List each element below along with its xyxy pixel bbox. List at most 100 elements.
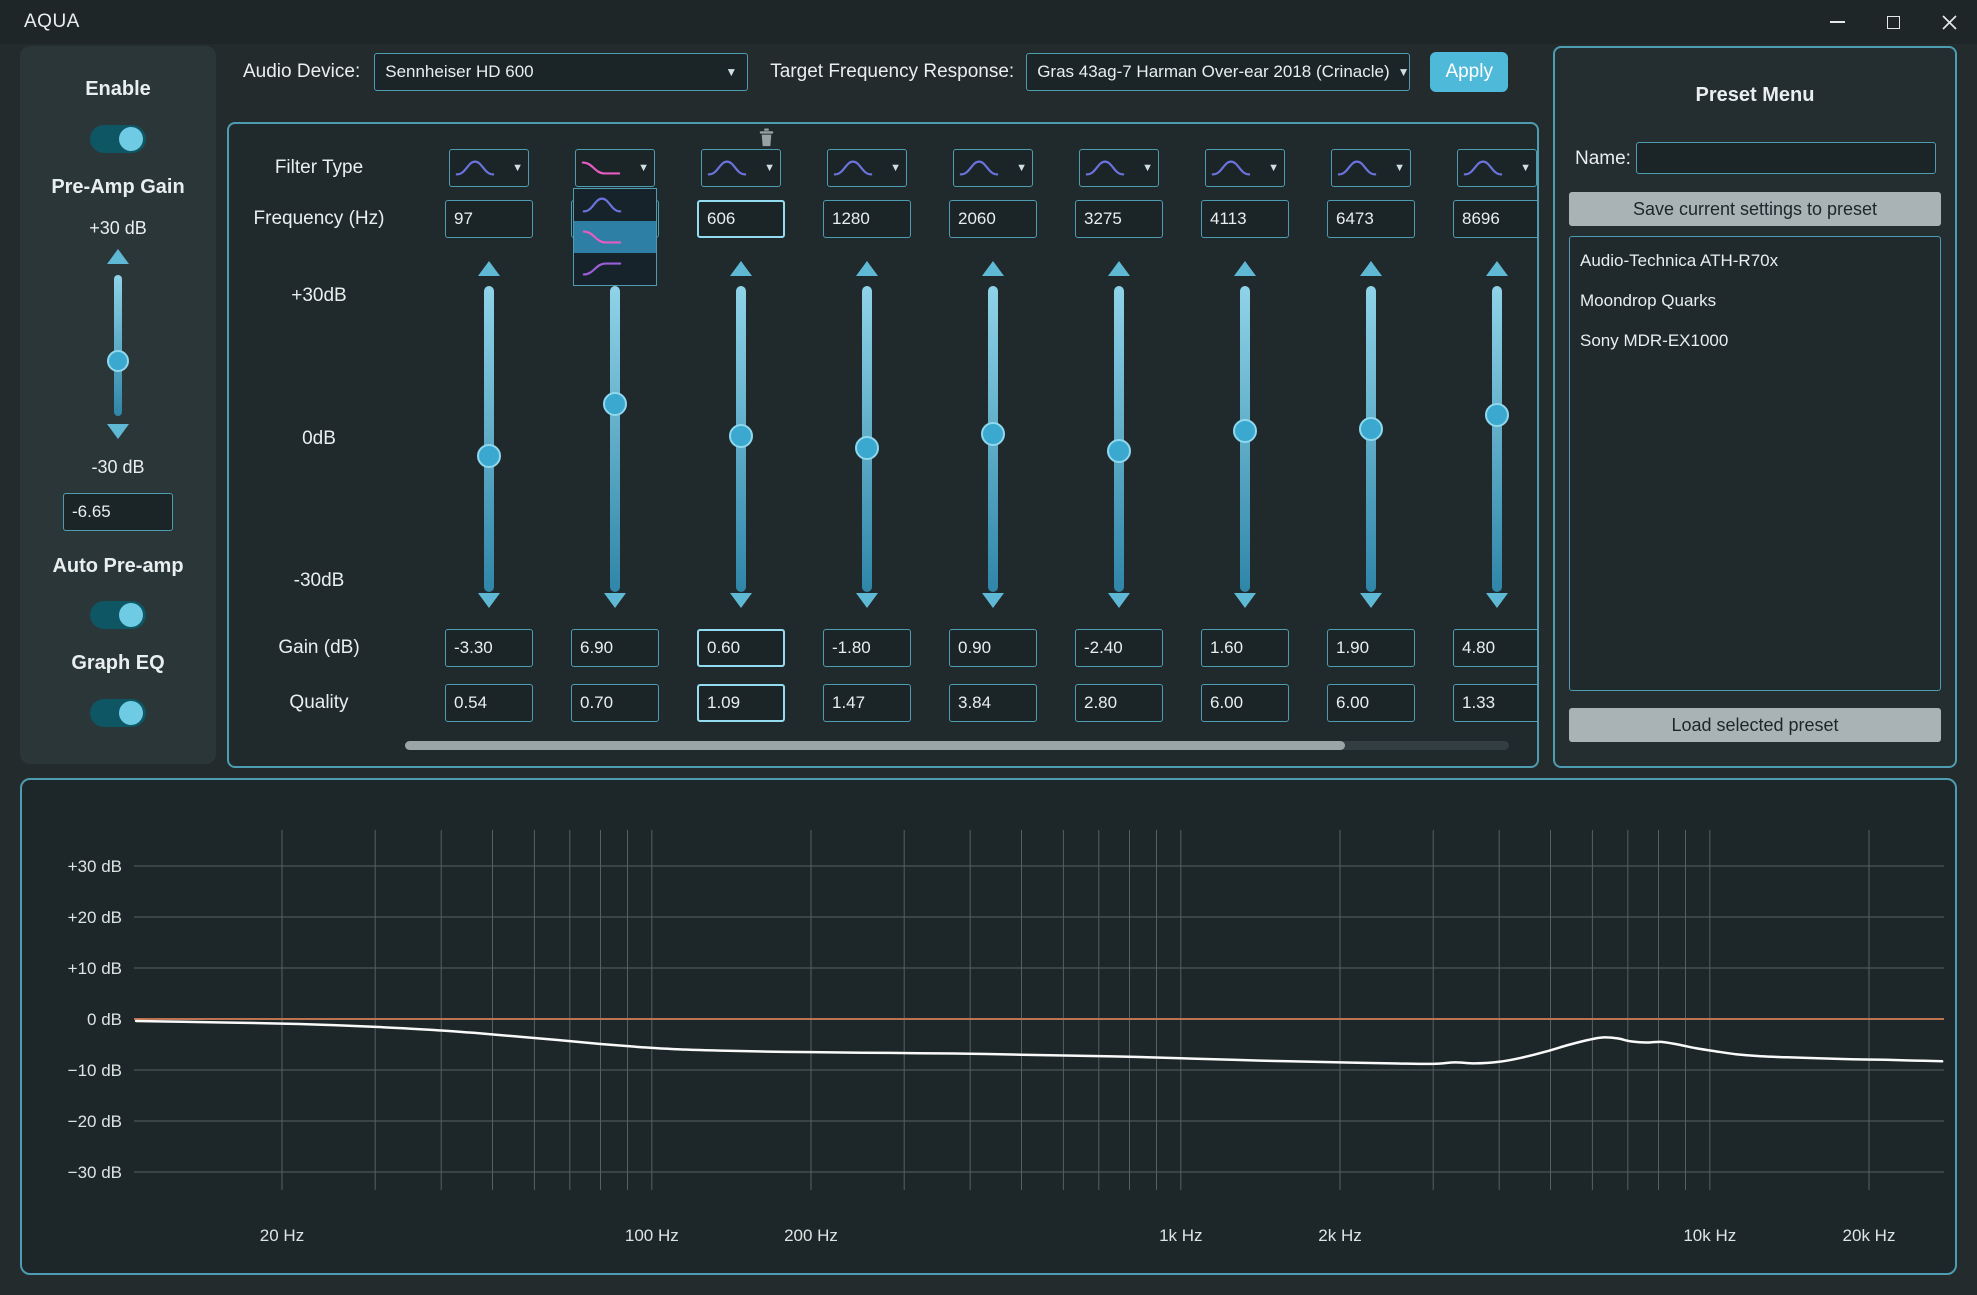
maximize-button[interactable] [1865, 0, 1921, 44]
gain-slider-thumb[interactable] [477, 444, 501, 468]
enable-toggle[interactable] [90, 125, 146, 153]
gain-step-down-arrow[interactable] [1108, 593, 1130, 608]
gain-input[interactable] [697, 629, 785, 667]
preset-list-item[interactable]: Sony MDR-EX1000 [1570, 321, 1940, 361]
gain-step-up-arrow[interactable] [856, 261, 878, 276]
gain-slider-track[interactable] [1114, 286, 1124, 592]
gain-step-up-arrow[interactable] [1234, 261, 1256, 276]
gain-step-down-arrow[interactable] [478, 593, 500, 608]
filter-type-select[interactable]: ▼ [1079, 149, 1159, 187]
gain-step-up-arrow[interactable] [1360, 261, 1382, 276]
quality-input[interactable] [445, 684, 533, 722]
eq-horizontal-scrollbar[interactable] [405, 741, 1509, 750]
gain-step-down-arrow[interactable] [1486, 593, 1508, 608]
quality-input[interactable] [1327, 684, 1415, 722]
preamp-slider-track[interactable] [114, 275, 122, 416]
gain-input[interactable] [1453, 629, 1539, 667]
gain-input[interactable] [571, 629, 659, 667]
gain-slider-thumb[interactable] [1359, 417, 1383, 441]
gain-slider-track[interactable] [610, 286, 620, 592]
gain-slider-thumb[interactable] [855, 436, 879, 460]
gain-slider-track[interactable] [484, 286, 494, 592]
preamp-slider-thumb[interactable] [107, 350, 129, 372]
gain-slider-track[interactable] [862, 286, 872, 592]
gain-input[interactable] [823, 629, 911, 667]
preamp-down-arrow[interactable] [107, 424, 129, 439]
frequency-input[interactable] [1075, 200, 1163, 238]
frequency-input[interactable] [445, 200, 533, 238]
filter-type-select[interactable]: ▼ [449, 149, 529, 187]
frequency-input[interactable] [1327, 200, 1415, 238]
frequency-input[interactable] [949, 200, 1037, 238]
gain-step-down-arrow[interactable] [982, 593, 1004, 608]
quality-input[interactable] [949, 684, 1037, 722]
gain-slider-track[interactable] [988, 286, 998, 592]
gain-input[interactable] [1327, 629, 1415, 667]
quality-input[interactable] [823, 684, 911, 722]
gain-step-up-arrow[interactable] [1108, 261, 1130, 276]
minimize-button[interactable] [1809, 0, 1865, 44]
gain-input[interactable] [1075, 629, 1163, 667]
preamp-max-label: +30 dB [20, 218, 216, 239]
gain-slider-thumb[interactable] [981, 422, 1005, 446]
filter-type-select[interactable]: ▼ [953, 149, 1033, 187]
scale-max-label: +30dB [229, 285, 409, 307]
quality-input[interactable] [697, 684, 785, 722]
gain-step-down-arrow[interactable] [1234, 593, 1256, 608]
filter-option-low-shelf[interactable] [574, 221, 656, 253]
quality-input[interactable] [1201, 684, 1289, 722]
auto-preamp-label: Auto Pre-amp [20, 555, 216, 578]
gain-step-up-arrow[interactable] [982, 261, 1004, 276]
apply-button[interactable]: Apply [1430, 52, 1508, 92]
eq-scrollbar-handle[interactable] [405, 741, 1345, 750]
filter-type-select[interactable]: ▼ [1205, 149, 1285, 187]
close-button[interactable] [1921, 0, 1977, 44]
load-preset-button[interactable]: Load selected preset [1569, 708, 1941, 742]
target-response-select[interactable]: Gras 43ag-7 Harman Over-ear 2018 (Crinac… [1026, 53, 1410, 91]
gain-input[interactable] [949, 629, 1037, 667]
delete-band-button[interactable] [755, 126, 778, 154]
gain-step-up-arrow[interactable] [1486, 261, 1508, 276]
gain-input[interactable] [445, 629, 533, 667]
gain-step-down-arrow[interactable] [1360, 593, 1382, 608]
quality-input[interactable] [1075, 684, 1163, 722]
audio-device-select[interactable]: Sennheiser HD 600 ▼ [374, 53, 748, 91]
graph-eq-toggle[interactable] [90, 699, 146, 727]
filter-type-select[interactable]: ▼ [701, 149, 781, 187]
preset-list-item[interactable]: Moondrop Quarks [1570, 281, 1940, 321]
gain-input[interactable] [1201, 629, 1289, 667]
gain-slider-thumb[interactable] [729, 424, 753, 448]
filter-type-select[interactable]: ▼ [1331, 149, 1411, 187]
gain-slider-thumb[interactable] [1233, 419, 1257, 443]
svg-text:1k Hz: 1k Hz [1159, 1226, 1202, 1245]
quality-input[interactable] [1453, 684, 1539, 722]
auto-preamp-toggle[interactable] [90, 601, 146, 629]
gain-step-up-arrow[interactable] [478, 261, 500, 276]
gain-slider-thumb[interactable] [1485, 403, 1509, 427]
gain-slider-track[interactable] [1492, 286, 1502, 592]
frequency-input[interactable] [697, 200, 785, 238]
preset-name-input[interactable] [1636, 142, 1936, 174]
gain-step-down-arrow[interactable] [856, 593, 878, 608]
save-preset-button[interactable]: Save current settings to preset [1569, 192, 1941, 226]
gain-slider-track[interactable] [736, 286, 746, 592]
filter-option-peak[interactable] [574, 189, 656, 221]
frequency-input[interactable] [823, 200, 911, 238]
gain-step-down-arrow[interactable] [730, 593, 752, 608]
quality-input[interactable] [571, 684, 659, 722]
gain-slider-thumb[interactable] [603, 392, 627, 416]
gain-slider-track[interactable] [1366, 286, 1376, 592]
gain-slider-track[interactable] [1240, 286, 1250, 592]
gain-step-down-arrow[interactable] [604, 593, 626, 608]
frequency-input[interactable] [1453, 200, 1539, 238]
preamp-value-input[interactable] [63, 493, 173, 531]
frequency-input[interactable] [1201, 200, 1289, 238]
filter-option-high-shelf[interactable] [574, 253, 656, 285]
gain-slider-thumb[interactable] [1107, 439, 1131, 463]
preamp-up-arrow[interactable] [107, 249, 129, 264]
preset-list-item[interactable]: Audio-Technica ATH-R70x [1570, 241, 1940, 281]
filter-type-select[interactable]: ▼ [575, 149, 655, 187]
gain-step-up-arrow[interactable] [730, 261, 752, 276]
filter-type-select[interactable]: ▼ [827, 149, 907, 187]
filter-type-select[interactable]: ▼ [1457, 149, 1537, 187]
